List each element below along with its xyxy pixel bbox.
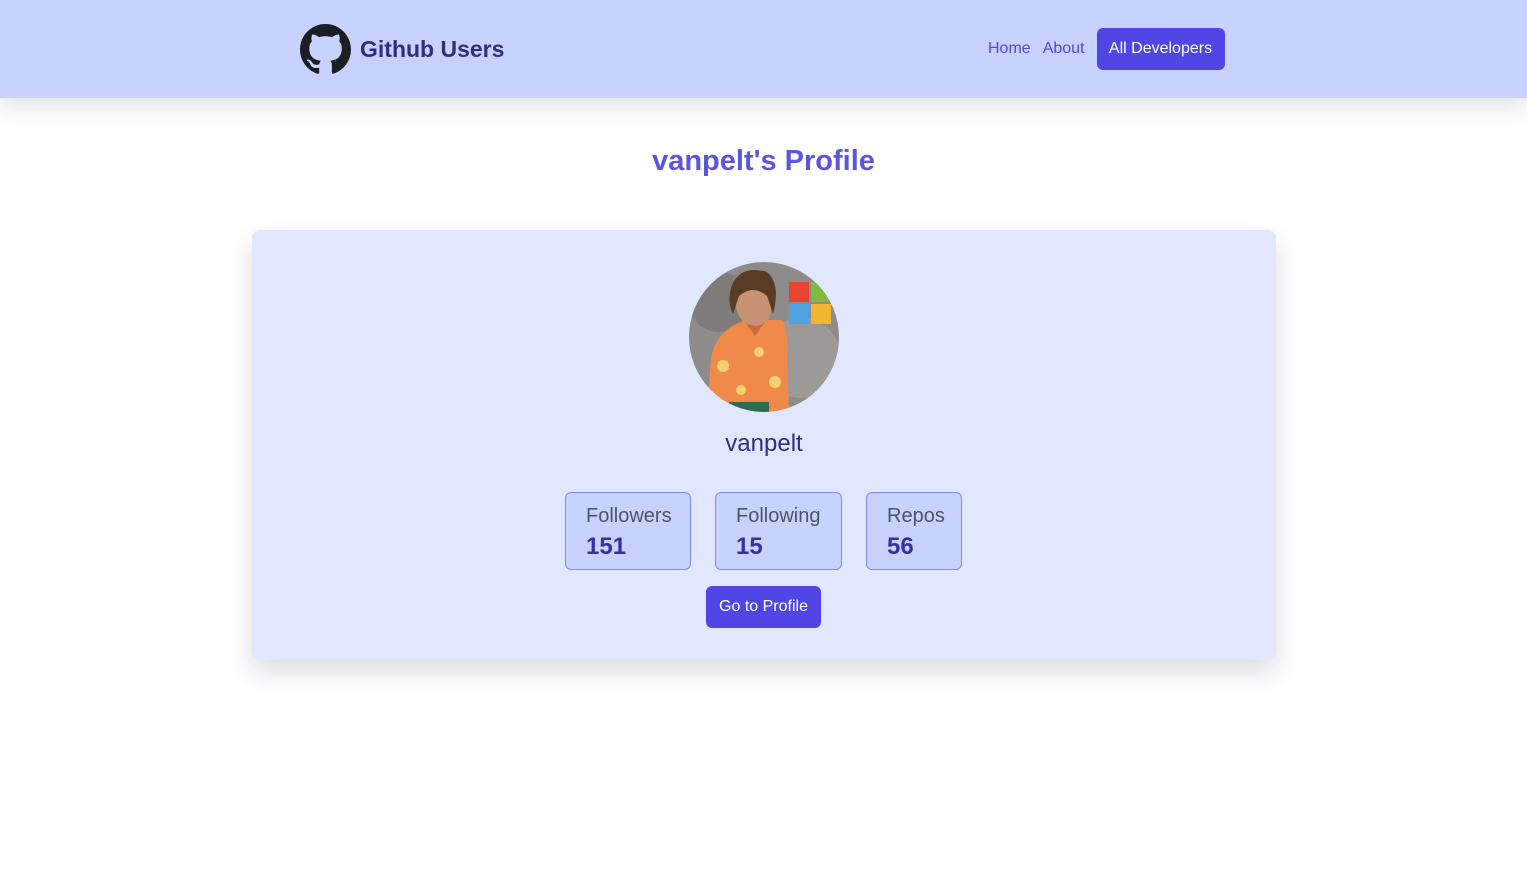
repos-stat: Repos 56	[866, 492, 962, 570]
following-stat: Following 15	[715, 492, 842, 570]
all-developers-button[interactable]: All Developers	[1096, 28, 1225, 70]
github-octocat-icon	[300, 23, 351, 74]
profile-card: vanpelt Followers 151 Following 15 Repos…	[252, 230, 1276, 660]
followers-value: 151	[586, 533, 627, 560]
nav-about-link[interactable]: About	[1043, 40, 1085, 58]
brand-link[interactable]: Github Users	[300, 23, 505, 74]
following-label: Following	[736, 505, 821, 527]
avatar	[689, 262, 839, 412]
brand-name: Github Users	[360, 35, 505, 62]
profile-username: vanpelt	[725, 430, 803, 457]
nav-home-link[interactable]: Home	[988, 40, 1031, 58]
followers-stat: Followers 151	[565, 492, 691, 570]
repos-label: Repos	[887, 505, 945, 527]
nav-links: Home About All Developers	[988, 28, 1225, 70]
page-title: vanpelt's Profile	[652, 145, 875, 177]
following-value: 15	[736, 533, 763, 560]
repos-value: 56	[887, 533, 914, 560]
navbar: Github Users Home About All Developers	[0, 0, 1527, 98]
followers-label: Followers	[586, 505, 672, 527]
go-to-profile-button[interactable]: Go to Profile	[706, 586, 821, 628]
